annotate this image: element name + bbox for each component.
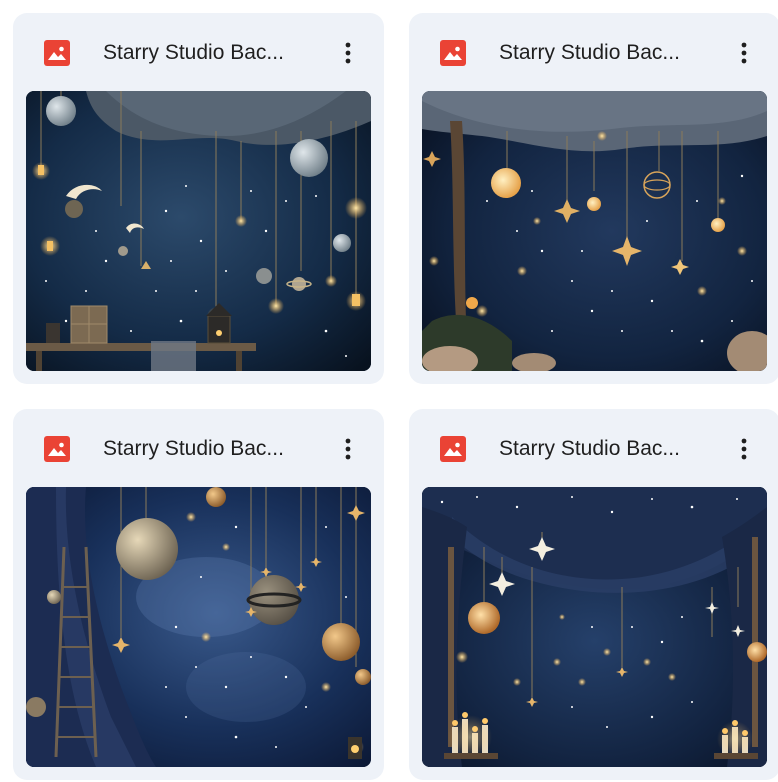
- file-card[interactable]: Starry Studio Bac...: [13, 13, 384, 384]
- file-title: Starry Studio Bac...: [103, 41, 284, 64]
- file-card-header: Starry Studio Bac...: [13, 13, 384, 91]
- file-card-header: Starry Studio Bac...: [409, 13, 778, 91]
- file-title: Starry Studio Bac...: [499, 41, 680, 64]
- file-thumbnail[interactable]: [26, 91, 371, 371]
- image-file-icon: [440, 436, 466, 462]
- image-file-icon: [44, 436, 70, 462]
- thumbnail-image: [26, 487, 371, 767]
- thumbnail-image: [26, 91, 371, 371]
- image-file-icon: [440, 40, 466, 66]
- more-vert-icon: [345, 42, 351, 64]
- image-file-icon: [44, 40, 70, 66]
- file-thumbnail[interactable]: [422, 91, 767, 371]
- file-card[interactable]: Starry Studio Bac...: [13, 409, 384, 780]
- file-card[interactable]: Starry Studio Bac...: [409, 13, 778, 384]
- file-title: Starry Studio Bac...: [103, 437, 284, 460]
- file-card[interactable]: Starry Studio Bac...: [409, 409, 778, 780]
- file-thumbnail[interactable]: [26, 487, 371, 767]
- more-vert-icon: [741, 438, 747, 460]
- thumbnail-image: [422, 91, 767, 371]
- thumbnail-image: [422, 487, 767, 767]
- file-grid: Starry Studio Bac... Starry Studio Bac..…: [0, 0, 778, 782]
- file-thumbnail[interactable]: [422, 487, 767, 767]
- more-options-button[interactable]: [333, 35, 363, 71]
- more-vert-icon: [345, 438, 351, 460]
- more-options-button[interactable]: [333, 431, 363, 467]
- more-options-button[interactable]: [729, 35, 759, 71]
- file-title: Starry Studio Bac...: [499, 437, 680, 460]
- more-vert-icon: [741, 42, 747, 64]
- file-card-header: Starry Studio Bac...: [409, 409, 778, 487]
- more-options-button[interactable]: [729, 431, 759, 467]
- file-card-header: Starry Studio Bac...: [13, 409, 384, 487]
